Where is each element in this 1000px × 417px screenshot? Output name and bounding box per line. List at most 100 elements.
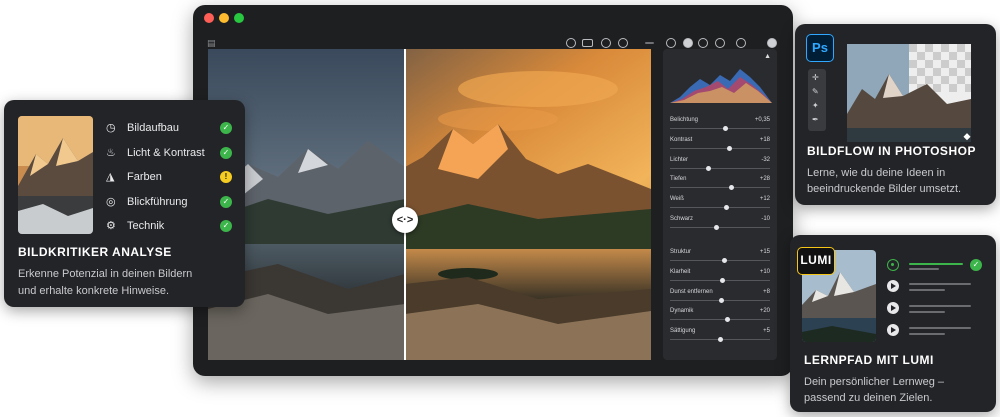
adjustment-label: Belichtung [670,117,699,123]
sun-icon[interactable] [715,38,725,48]
palette-icon: ◮ [106,171,115,183]
lesson-item[interactable] [887,302,982,316]
lumi-title: LERNPFAD MIT LUMI [804,353,934,367]
eye-target-icon: ◎ [106,195,116,208]
slider-track[interactable] [670,207,770,209]
circle-icon[interactable] [666,38,676,48]
compare-divider[interactable] [404,49,406,360]
photoshop-description-line1: Lerne, wie du deine Ideen in [807,167,946,179]
check-icon: ✓ [220,122,232,134]
lesson-item[interactable] [887,280,982,294]
half-circle-icon[interactable] [683,38,693,48]
photoshop-canvas [847,44,971,142]
close-window-button[interactable] [204,13,214,23]
adjustment-value: +12 [759,196,770,203]
wand-tool-icon[interactable]: ✦ [812,101,821,110]
analyse-card: ◷ Bildaufbau ✓ ♨ Licht & Kontrast ✓ ◮ Farben! ◎ B… [4,100,245,307]
slider-track[interactable] [670,187,770,189]
light-icon: ♨ [106,146,116,159]
slider-track[interactable] [670,260,770,261]
rotate-icon[interactable] [698,38,708,48]
adjustment-value: +15 [759,249,770,255]
adjustment-value: +18 [759,136,770,143]
play-icon [887,302,899,314]
histogram [670,69,772,103]
circle-icon[interactable] [601,38,611,48]
clock-icon: ◷ [106,122,116,134]
adjustment-slider[interactable]: Schwarz -10 [670,216,770,232]
maximize-window-button[interactable] [234,13,244,23]
adjustment-slider[interactable]: Belichtung +0,35 [670,117,770,133]
slider-knob[interactable] [706,165,712,171]
adjustment-slider[interactable]: Dunst entfernen +8 [670,289,770,305]
adjustment-slider[interactable]: Weiß +12 [670,196,770,212]
check-icon: ✓ [220,195,232,208]
adjustment-label: Lichter [670,156,689,163]
criteria-item[interactable]: ◎ Blickführung ✓ [106,195,232,211]
play-icon [887,324,899,336]
adjustments-panel: ▲ Belichtung +0,35 Kontrast +18 Lichter -32 Ti… [663,49,777,360]
circle-icon[interactable] [736,38,746,48]
adjustment-slider[interactable]: Klarheit +10 [670,269,770,285]
adjustment-slider[interactable]: Dynamik +20 [670,308,770,324]
minimize-window-button[interactable] [219,13,229,23]
sidebar-toggle-icon[interactable]: ▤ [207,38,217,48]
photoshop-card: Ps ✛ ✎ ✦ ✒ BILDFLOW IN PHOTOSHOP Lerne, … [795,24,996,205]
lesson-complete-icon: ✓ [970,259,982,271]
minus-icon[interactable] [645,42,654,44]
slider-knob[interactable] [718,337,724,343]
adjustment-value: +10 [759,268,770,275]
slider-knob[interactable] [723,126,729,131]
photo-canvas[interactable]: <·> [208,49,651,360]
adjustment-label: Struktur [670,249,692,255]
slider-track[interactable] [670,227,770,228]
photoshop-logo: Ps [806,34,834,62]
slider-track[interactable] [670,147,770,149]
histogram-warning-icon[interactable]: ▲ [764,53,771,60]
slider-track[interactable] [670,319,770,321]
slider-knob[interactable] [713,225,719,230]
adjustment-slider[interactable]: Sättigung +5 [670,328,770,344]
lesson-item[interactable] [887,324,982,338]
adjustment-value: +28 [759,176,770,183]
slider-knob[interactable] [725,317,731,323]
adjustment-value: +8 [763,288,770,295]
criteria-item[interactable]: ♨ Licht & Kontrast ✓ [106,146,232,162]
analyse-description-line2: und erhalte konkrete Hinweise. [18,285,170,297]
adjustment-value: +5 [763,328,770,335]
editor-window: ▤ <·> ▲ Belichtung +0,35 Kontrast +18 Li… [193,5,793,376]
slider-track[interactable] [670,128,770,129]
photoshop-toolbar: ✛ ✎ ✦ ✒ [808,69,826,131]
lumi-card: LUMI ✓ LERNPFAD MIT LUMI Dein persönlich… [790,235,996,412]
adjustment-label: Schwarz [670,216,694,222]
compare-handle[interactable]: <·> [392,207,418,233]
criteria-item[interactable]: ⚙ Technik ✓ [106,219,232,235]
adjustment-label: Sättigung [670,328,696,335]
slider-knob[interactable] [724,205,730,211]
active-lesson-icon [887,259,899,271]
criteria-label: Licht & Kontrast [127,146,205,159]
compare-icon[interactable] [582,39,593,47]
slider-knob[interactable] [728,185,734,191]
adjustment-slider[interactable]: Lichter -32 [670,157,770,173]
criteria-item[interactable]: ◮ Farben! [106,170,232,186]
slider-knob[interactable] [720,277,726,283]
copy-icon[interactable] [618,38,628,48]
eye-icon[interactable] [566,38,576,48]
analyse-thumbnail [18,116,93,234]
pen-tool-icon[interactable]: ✒ [812,115,821,124]
adjustment-slider[interactable]: Tiefen +28 [670,176,770,192]
adjustment-slider[interactable]: Struktur +15 [670,249,770,265]
adjustment-value: +0,35 [754,117,770,123]
slider-knob[interactable] [719,297,725,303]
crop-icon[interactable] [767,38,777,48]
criteria-item[interactable]: ◷ Bildaufbau ✓ [106,121,232,137]
adjustment-slider[interactable]: Kontrast +18 [670,137,770,153]
slider-knob[interactable] [727,145,732,151]
lesson-item[interactable]: ✓ [887,259,982,273]
brush-tool-icon[interactable]: ✎ [812,87,821,96]
move-tool-icon[interactable]: ✛ [812,73,821,82]
slider-knob[interactable] [722,258,728,263]
adjustment-label: Dunst entfernen [670,288,713,295]
slider-track[interactable] [670,167,770,169]
